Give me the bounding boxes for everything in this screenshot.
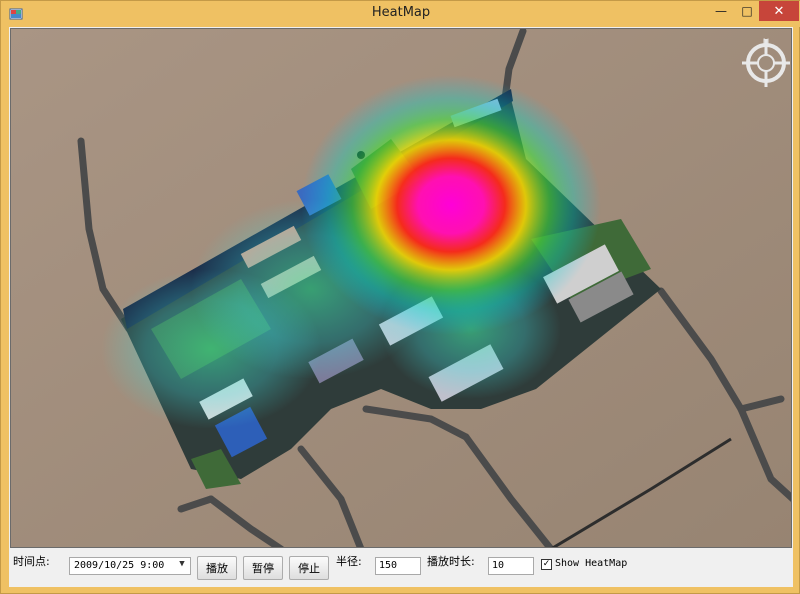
play-button[interactable]: 播放 [197, 556, 237, 580]
duration-input[interactable]: 10 [488, 557, 534, 575]
radius-label: 半径: [336, 555, 362, 568]
maximize-button[interactable]: □ [735, 1, 759, 21]
client-area: N 时间点: 2009/10/25 9:00 ▼ 播放 暂停 停止 半径: 15… [9, 27, 793, 587]
duration-label: 播放时长: [427, 555, 475, 568]
show-heatmap-label[interactable]: Show HeatMap [555, 558, 627, 569]
pause-button[interactable]: 暂停 [243, 556, 283, 580]
minimize-button[interactable]: — [709, 1, 733, 21]
compass-icon[interactable]: N [741, 33, 791, 87]
title-bar[interactable]: HeatMap — □ ✕ [1, 1, 800, 27]
time-select[interactable]: 2009/10/25 9:00 ▼ [69, 557, 191, 575]
stop-button[interactable]: 停止 [289, 556, 329, 580]
minimize-icon: — [715, 4, 727, 18]
show-heatmap-checkbox[interactable]: ✓ [541, 559, 552, 570]
time-label: 时间点: [13, 555, 50, 568]
app-window: HeatMap — □ ✕ N 时间点: 2009/10/25 9:00 ▼ 播… [0, 0, 800, 594]
control-panel: 时间点: 2009/10/25 9:00 ▼ 播放 暂停 停止 半径: 150 … [9, 549, 793, 587]
map-canvas[interactable] [11, 29, 792, 548]
chevron-down-icon[interactable]: ▼ [176, 559, 188, 573]
checkmark-icon: ✓ [542, 559, 551, 569]
maximize-icon: □ [741, 4, 753, 18]
radius-input[interactable]: 150 [375, 557, 421, 575]
window-title: HeatMap [371, 5, 431, 20]
close-button[interactable]: ✕ [759, 1, 799, 21]
close-icon: ✕ [773, 3, 785, 19]
map-view[interactable]: N [10, 28, 792, 548]
compass-letter: N [763, 38, 770, 48]
time-select-value: 2009/10/25 9:00 [74, 560, 165, 571]
